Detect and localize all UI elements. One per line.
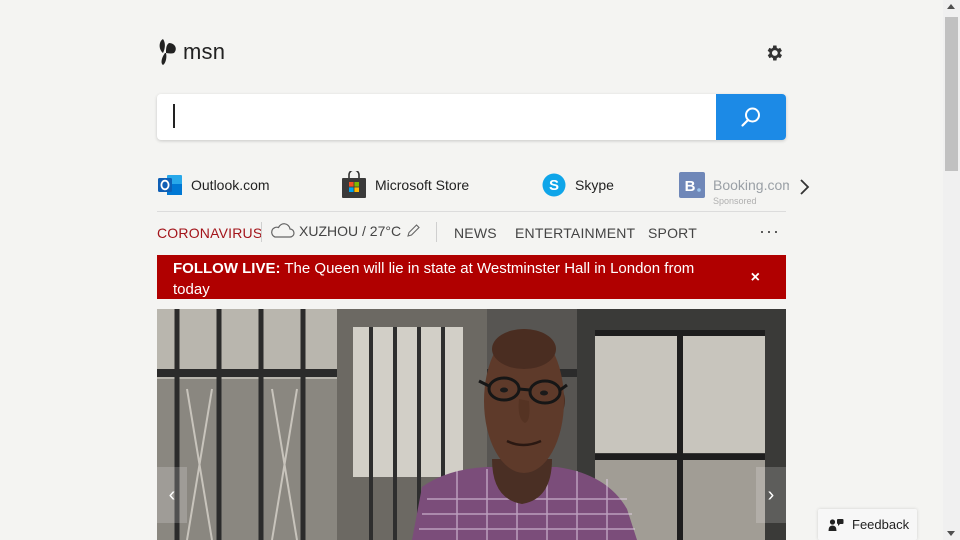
quick-links: Outlook.com Microsoft Store S Skype B Bo… [157,170,817,206]
nav-weather[interactable]: XUZHOU / 27°C [269,222,421,240]
chevron-right-icon: › [767,483,775,506]
nav-sport[interactable]: SPORT [648,225,697,241]
outlook-icon [157,172,183,198]
quick-link-skype[interactable]: S Skype [541,172,614,198]
search-icon [741,107,760,127]
svg-text:B: B [685,178,696,195]
msn-logo[interactable]: msn [157,36,225,68]
divider [157,211,786,212]
text-caret [173,104,175,128]
quick-link-label: Microsoft Store [375,177,470,193]
cloud-icon [271,223,295,238]
weather-text: XUZHOU / 27°C [299,223,402,239]
quick-link-label: Skype [575,177,614,193]
hero-image[interactable]: ‹ › [157,309,786,540]
more-icon[interactable]: ··· [759,221,780,242]
skype-icon: S [541,172,567,198]
msn-butterfly-icon [159,39,176,65]
feedback-label: Feedback [852,517,910,532]
close-icon[interactable]: × [751,267,760,288]
search-box [157,94,786,140]
search-button[interactable] [716,94,786,140]
breaking-news-banner[interactable]: FOLLOW LIVE: The Queen will lie in state… [157,255,786,299]
quick-link-label: Booking.com [713,177,789,193]
svg-text:S: S [549,177,559,194]
microsoft-store-icon [341,171,367,198]
search-input[interactable] [169,103,709,131]
pencil-icon[interactable] [405,223,421,239]
scroll-thumb[interactable] [945,17,958,171]
booking-icon: B [679,172,705,198]
scroll-up-arrow-icon[interactable] [947,4,955,9]
chevron-right-icon[interactable] [797,178,811,196]
hero-photo [157,309,786,540]
gear-icon[interactable] [764,43,784,63]
carousel-next-button[interactable]: › [756,467,786,523]
quick-link-outlook[interactable]: Outlook.com [157,172,270,198]
top-nav: CORONAVIRUS XUZHOU / 27°C NEWS ENTERTAIN… [157,220,786,246]
quick-link-label: Outlook.com [191,177,270,193]
scrollbar[interactable] [943,0,960,540]
feedback-icon [828,518,844,531]
nav-coronavirus[interactable]: CORONAVIRUS [157,225,262,241]
sponsored-label: Sponsored [713,196,757,206]
carousel-prev-button[interactable]: ‹ [157,467,187,523]
quick-link-booking[interactable]: B Booking.com Sponsored [679,172,789,208]
logo-text: msn [183,39,226,64]
nav-news[interactable]: NEWS [454,225,497,241]
nav-separator [436,222,437,242]
header: msn [157,36,786,72]
feedback-button[interactable]: Feedback [818,509,917,540]
nav-separator [261,222,262,242]
chevron-left-icon: ‹ [168,483,176,506]
quick-link-microsoft-store[interactable]: Microsoft Store [341,171,470,198]
banner-prefix: FOLLOW LIVE: [173,260,281,277]
scroll-down-arrow-icon[interactable] [947,531,955,536]
nav-entertainment[interactable]: ENTERTAINMENT [515,225,635,241]
booking-link: B Booking.com [679,172,789,198]
